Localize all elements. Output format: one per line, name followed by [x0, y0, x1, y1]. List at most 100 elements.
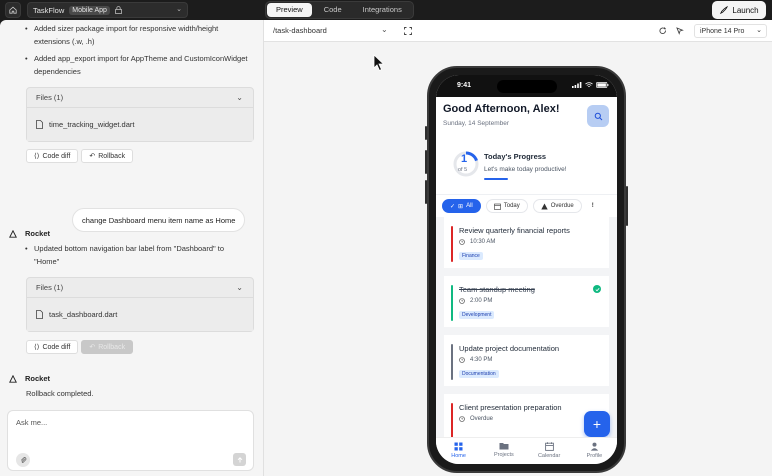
check-icon: ✓	[450, 203, 456, 210]
app-screen: 9:41 Good Afternoon, Alex! Sunday, 14 Se…	[436, 75, 617, 464]
chevron-down-icon: ⌄	[236, 93, 243, 102]
task-card[interactable]: Team standup meeting 2:00 PM Development	[444, 276, 609, 327]
device-label: iPhone 14 Pro	[700, 27, 745, 35]
progress-bar	[484, 178, 508, 180]
task-time: 4:30 PM	[459, 357, 492, 363]
code-diff-label: Code diff	[42, 343, 71, 351]
clock-icon	[459, 416, 465, 422]
filter-more[interactable]: !	[586, 199, 599, 213]
file-name: time_tracking_widget.dart	[49, 120, 135, 129]
progress-subtitle: Let's make today productive!	[484, 166, 567, 173]
rollback-button[interactable]: ↶ Rollback	[81, 340, 134, 354]
chevron-down-icon: ⌄	[236, 283, 243, 292]
status-icons	[572, 82, 609, 88]
status-time: 9:41	[457, 82, 472, 89]
nav-profile[interactable]: Profile	[574, 438, 614, 464]
task-time-label: 10:30 AM	[470, 239, 496, 245]
lock-icon	[115, 6, 122, 14]
task-title: Update project documentation	[459, 344, 560, 353]
more-icon: !	[591, 203, 594, 209]
task-card[interactable]: Update project documentation 4:30 PM Doc…	[444, 335, 609, 386]
progress-total: of 5	[458, 167, 468, 173]
assistant-name: Rocket	[25, 374, 51, 383]
files-header[interactable]: Files (1) ⌄	[27, 278, 253, 297]
date-label: Sunday, 14 September	[443, 120, 510, 127]
completed-check-icon[interactable]	[593, 285, 601, 293]
filter-today[interactable]: Today	[485, 199, 528, 213]
warning-icon	[541, 203, 548, 209]
change-bullet: Added sizer package import for responsiv…	[25, 22, 250, 48]
files-header[interactable]: Files (1) ⌄	[27, 88, 253, 107]
calendar-icon	[493, 203, 501, 210]
nav-label: Home	[451, 453, 466, 459]
code-icon: ⟨⟩	[34, 153, 40, 160]
action-buttons: ⟨⟩ Code diff ↶ Rollback	[26, 340, 134, 354]
chat-input[interactable]	[16, 418, 246, 448]
device-selector[interactable]: iPhone 14 Pro ⌄	[694, 24, 767, 38]
inspect-button[interactable]	[673, 24, 687, 38]
task-tag: Development	[459, 311, 495, 319]
fullscreen-button[interactable]	[401, 24, 415, 38]
refresh-button[interactable]	[656, 24, 670, 38]
change-bullet: Updated bottom navigation bar label from…	[25, 242, 250, 268]
rocket-logo-icon	[9, 374, 17, 383]
filter-all[interactable]: ✓ ⊞ All	[442, 199, 481, 213]
chevron-down-icon: ⌄	[756, 27, 762, 34]
task-time: Overdue	[459, 416, 493, 422]
route-selector[interactable]: /task-dashboard	[273, 26, 327, 35]
code-diff-button[interactable]: ⟨⟩ Code diff	[26, 340, 79, 354]
tab-preview[interactable]: Preview	[267, 3, 312, 17]
refresh-icon	[659, 27, 666, 34]
task-title: Review quarterly financial reports	[459, 226, 570, 235]
phone-side-button	[425, 126, 427, 140]
preview-panel: /task-dashboard ⌄ iPhone 14 Pro ⌄ 9:41 G…	[263, 20, 772, 476]
greeting-title: Good Afternoon, Alex!	[443, 103, 560, 115]
assistant-header: Rocket	[9, 229, 50, 238]
file-icon	[36, 120, 43, 129]
arrow-up-icon	[237, 456, 242, 462]
wifi-icon	[585, 82, 593, 88]
project-selector[interactable]: TaskFlow Mobile App ⌄	[27, 2, 188, 18]
view-tabs: Preview Code Integrations	[265, 1, 414, 19]
search-button[interactable]	[587, 105, 609, 127]
tab-code[interactable]: Code	[315, 3, 351, 17]
task-title: Team standup meeting	[459, 285, 535, 294]
file-item[interactable]: time_tracking_widget.dart	[27, 107, 253, 141]
send-button[interactable]	[233, 453, 246, 466]
chat-panel: Added sizer package import for responsiv…	[0, 20, 263, 476]
filter-overdue[interactable]: Overdue	[532, 199, 582, 213]
home-icon	[454, 442, 463, 451]
priority-bar	[451, 226, 453, 262]
nav-calendar[interactable]: Calendar	[529, 438, 569, 464]
code-icon: ⟨⟩	[34, 344, 40, 351]
nav-home[interactable]: Home	[439, 438, 479, 464]
home-icon	[9, 6, 17, 14]
tab-integrations[interactable]: Integrations	[354, 3, 411, 17]
attach-button[interactable]	[16, 453, 30, 467]
task-card[interactable]: Review quarterly financial reports 10:30…	[444, 217, 609, 268]
code-diff-button[interactable]: ⟨⟩ Code diff	[26, 149, 79, 163]
project-name: TaskFlow	[33, 5, 65, 15]
clock-icon	[459, 298, 465, 304]
profile-icon	[590, 442, 599, 451]
add-task-button[interactable]: +	[584, 411, 610, 437]
phone-side-button	[425, 150, 427, 174]
rocket-icon	[720, 5, 729, 14]
filter-chips: ✓ ⊞ All Today Overdue !	[442, 199, 599, 213]
grid-icon: ⊞	[458, 203, 464, 210]
file-item[interactable]: task_dashboard.dart	[27, 297, 253, 331]
task-time: 10:30 AM	[459, 239, 495, 245]
search-icon	[594, 112, 602, 120]
home-button[interactable]	[5, 2, 21, 18]
phone-side-button	[425, 180, 427, 204]
priority-bar	[451, 344, 453, 380]
task-title: Client presentation preparation	[459, 403, 562, 412]
file-name: task_dashboard.dart	[49, 310, 118, 319]
battery-icon	[596, 82, 609, 88]
nav-projects[interactable]: Projects	[484, 438, 524, 464]
plus-icon: +	[592, 416, 602, 432]
rollback-button[interactable]: ↶ Rollback	[81, 149, 134, 163]
pointer-icon	[676, 27, 684, 35]
top-bar: TaskFlow Mobile App ⌄ Preview Code Integ…	[0, 0, 772, 20]
launch-button[interactable]: Launch	[712, 1, 766, 19]
